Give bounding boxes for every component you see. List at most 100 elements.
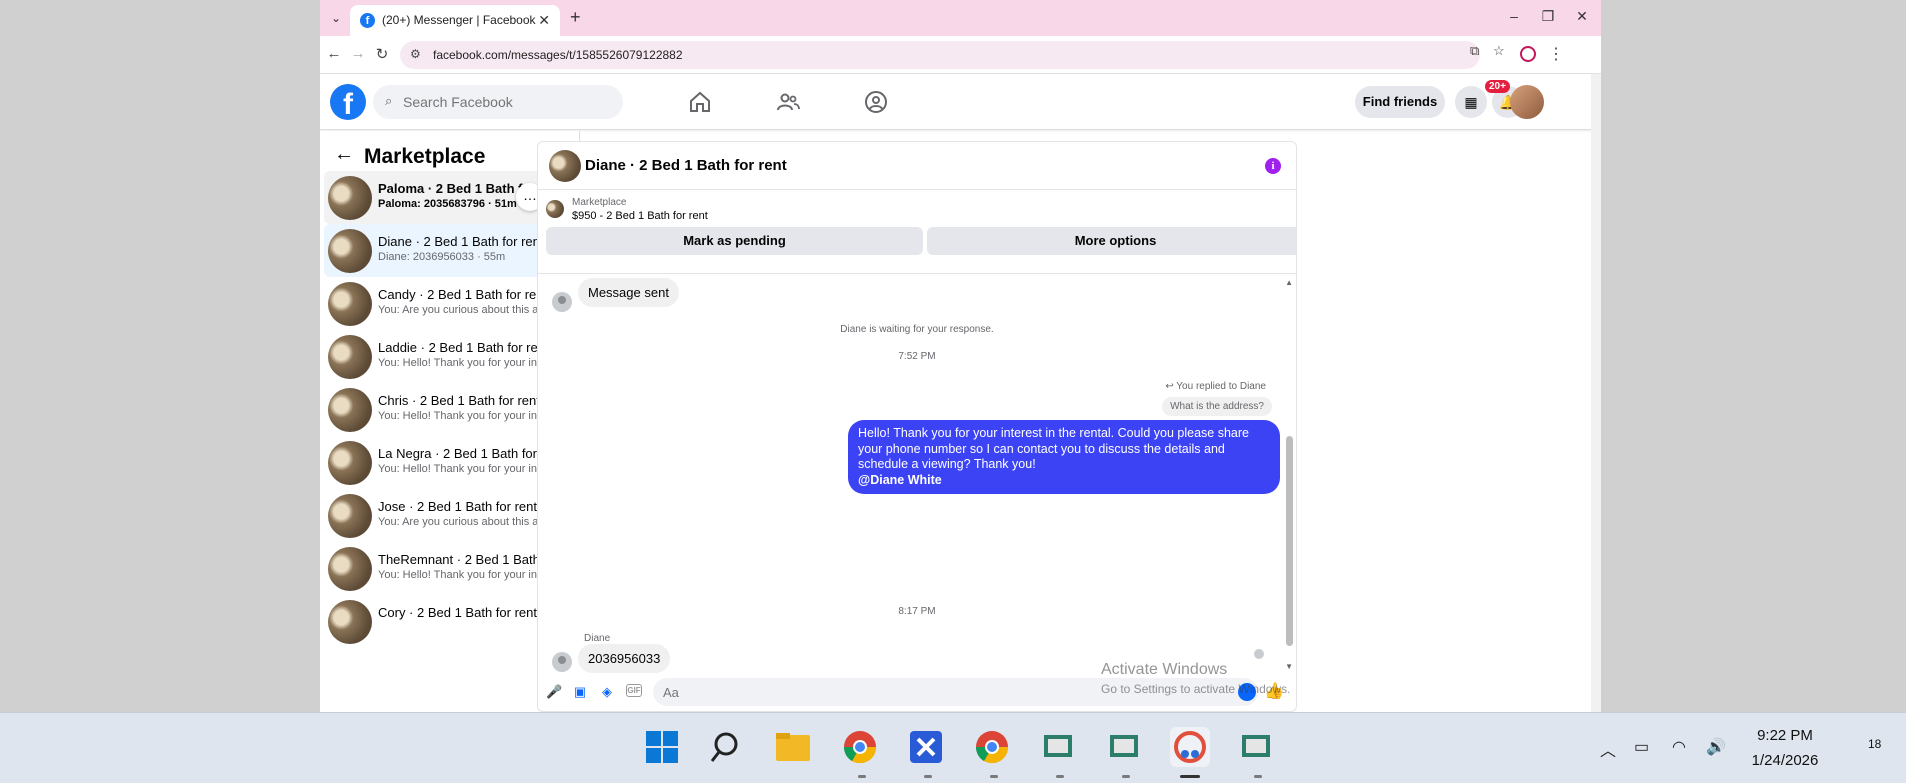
chat-title[interactable]: Diane · 2 Bed 1 Bath for rent	[585, 157, 787, 174]
account-avatar[interactable]	[1510, 85, 1544, 119]
url-text[interactable]: facebook.com/messages/t/1585526079122882	[433, 48, 683, 62]
conversation-name: TheRemnant · 2 Bed 1 Bath for r...	[378, 552, 548, 567]
conversation-item[interactable]: Paloma · 2 Bed 1 Bath for rent Paloma: 2…	[324, 171, 564, 224]
conversation-item[interactable]: La Negra · 2 Bed 1 Bath for rent You: He…	[324, 436, 564, 489]
conversation-item[interactable]: Laddie · 2 Bed 1 Bath for rent You: Hell…	[324, 330, 564, 383]
page-scrollbar[interactable]	[1591, 74, 1601, 712]
conversation-item[interactable]: Diane · 2 Bed 1 Bath for rent Diane: 203…	[324, 224, 564, 277]
listing-thumbnail[interactable]	[546, 200, 564, 218]
volume-icon[interactable]: 🔊	[1706, 737, 1726, 757]
avatar	[328, 176, 372, 220]
activate-windows-watermark: Activate Windows	[1101, 661, 1228, 678]
avatar	[328, 335, 372, 379]
avatar	[328, 388, 372, 432]
info-icon[interactable]: i	[1265, 158, 1281, 174]
groups-icon[interactable]	[863, 90, 889, 114]
avatar	[328, 547, 372, 591]
avatar	[328, 229, 372, 273]
clock[interactable]: 9:22 PM 1/24/2026	[1740, 723, 1830, 773]
new-tab-icon[interactable]: +	[570, 7, 581, 28]
tray-chevron-up-icon[interactable]: ︿	[1600, 737, 1616, 761]
restore-icon[interactable]: ❐	[1536, 8, 1560, 25]
omnibox[interactable]: ⚙ facebook.com/messages/t/15855260791228…	[400, 41, 1480, 69]
bookmark-star-icon[interactable]: ☆	[1493, 43, 1505, 59]
conversation-item[interactable]: Chris · 2 Bed 1 Bath for rent You: Hello…	[324, 383, 564, 436]
running-indicator	[924, 775, 932, 778]
remote-desktop-icon[interactable]	[1104, 727, 1144, 767]
conversation-preview: You: Hello! Thank you for your in... 1h	[378, 463, 554, 475]
find-friends-button[interactable]: Find friends	[1355, 86, 1445, 118]
gif-icon[interactable]: GIF	[626, 684, 642, 697]
reload-icon[interactable]: ↻	[372, 45, 392, 63]
home-icon[interactable]	[687, 90, 713, 114]
running-indicator	[858, 775, 866, 778]
remote-desktop-icon[interactable]	[1236, 727, 1276, 767]
time: 9:22 PM	[1757, 727, 1813, 744]
mark-as-pending-button[interactable]: Mark as pending	[546, 227, 923, 255]
wifi-icon[interactable]: ◠	[1672, 737, 1686, 757]
minimize-icon[interactable]: –	[1502, 8, 1526, 24]
conversation-preview: You: Are you curious about this am... 1h	[378, 516, 554, 528]
facebook-logo-icon[interactable]: f	[330, 84, 366, 121]
search-icon[interactable]	[708, 727, 748, 767]
more-options-button[interactable]: More options	[927, 227, 1296, 255]
conversation-item[interactable]: TheRemnant · 2 Bed 1 Bath for r... You: …	[324, 542, 564, 595]
chrome-icon[interactable]	[840, 727, 880, 767]
visual-studio-icon[interactable]	[906, 727, 946, 767]
photo-icon[interactable]: ▣	[572, 684, 588, 700]
notification-center-icon[interactable]: 18	[1868, 737, 1892, 759]
conversation-item[interactable]: Candy · 2 Bed 1 Bath for rent You: Are y…	[324, 277, 564, 330]
running-indicator	[1056, 775, 1064, 778]
conversation-pane: Diane · 2 Bed 1 Bath for rent i Marketpl…	[537, 141, 1297, 712]
avatar[interactable]	[549, 150, 581, 182]
mention-link[interactable]: @Diane White	[858, 473, 1270, 489]
quoted-message[interactable]: What is the address?	[1162, 397, 1272, 416]
forward-icon[interactable]: →	[348, 45, 368, 62]
scroll-up-icon[interactable]: ▲	[1285, 278, 1293, 287]
back-icon[interactable]: ←	[324, 45, 344, 62]
back-arrow-icon[interactable]: ←	[334, 143, 354, 166]
file-explorer-icon[interactable]	[773, 727, 813, 767]
menu-grid-icon[interactable]: ▦	[1455, 86, 1487, 118]
facebook-nav: f ⌕ Find friends ▦ 🔔 20+	[320, 74, 1601, 130]
friends-icon[interactable]	[775, 90, 801, 114]
microphone-icon[interactable]: 🎤	[546, 684, 562, 700]
profile-icon[interactable]	[1520, 46, 1536, 62]
chat-scrollbar[interactable]	[1286, 436, 1293, 646]
scroll-down-icon[interactable]: ▼	[1285, 662, 1293, 671]
remote-desktop-icon[interactable]	[1038, 727, 1078, 767]
conversation-item[interactable]: Cory · 2 Bed 1 Bath for rent	[324, 595, 564, 648]
chrome-profile-icon[interactable]	[972, 727, 1012, 767]
battery-icon[interactable]: ▭	[1634, 737, 1649, 757]
conversation-item[interactable]: Jose · 2 Bed 1 Bath for rent You: Are yo…	[324, 489, 564, 542]
close-tab-icon[interactable]: ✕	[538, 12, 550, 29]
conversation-name: Jose · 2 Bed 1 Bath for rent	[378, 499, 537, 514]
sticker-icon[interactable]: ◈	[599, 684, 615, 700]
timestamp: 7:52 PM	[898, 351, 936, 362]
search-input[interactable]	[403, 85, 613, 119]
close-window-icon[interactable]: ✕	[1570, 8, 1594, 25]
tab-messenger[interactable]: f (20+) Messenger | Facebook ✕	[350, 5, 560, 36]
tab-search-icon[interactable]: ⌄	[326, 8, 346, 28]
facebook-search[interactable]: ⌕	[373, 85, 623, 119]
install-app-icon[interactable]: ⧉	[1470, 43, 1479, 59]
conversation-name: Diane · 2 Bed 1 Bath for rent	[378, 234, 544, 249]
reply-label: ↩ You replied to Diane	[1165, 381, 1266, 392]
avatar	[328, 600, 372, 644]
listing-price[interactable]: $950 - 2 Bed 1 Bath for rent	[572, 210, 708, 222]
conversation-preview: You: Hello! Thank you for your inter... …	[378, 357, 554, 369]
system-message: Diane is waiting for your response.	[840, 324, 994, 335]
running-indicator	[1254, 775, 1262, 778]
browser-menu-icon[interactable]: ⋮	[1548, 44, 1564, 64]
snipping-tool-icon[interactable]	[1170, 727, 1210, 767]
outgoing-message-bubble: Hello! Thank you for your interest in th…	[848, 420, 1280, 494]
conversation-name: Laddie · 2 Bed 1 Bath for rent	[378, 340, 548, 355]
address-bar: ← → ↻ ⚙ facebook.com/messages/t/15855260…	[320, 36, 1601, 74]
conversation-name: La Negra · 2 Bed 1 Bath for rent	[378, 446, 548, 461]
browser-window: ⌄ f (20+) Messenger | Facebook ✕ + – ❐ ✕…	[320, 0, 1601, 712]
site-info-icon[interactable]: ⚙	[410, 47, 421, 61]
windows-start-icon[interactable]	[642, 727, 682, 767]
sender-name: Diane	[584, 633, 611, 644]
listing-label: Marketplace	[572, 197, 627, 208]
conversation-name: Candy · 2 Bed 1 Bath for rent	[378, 287, 548, 302]
